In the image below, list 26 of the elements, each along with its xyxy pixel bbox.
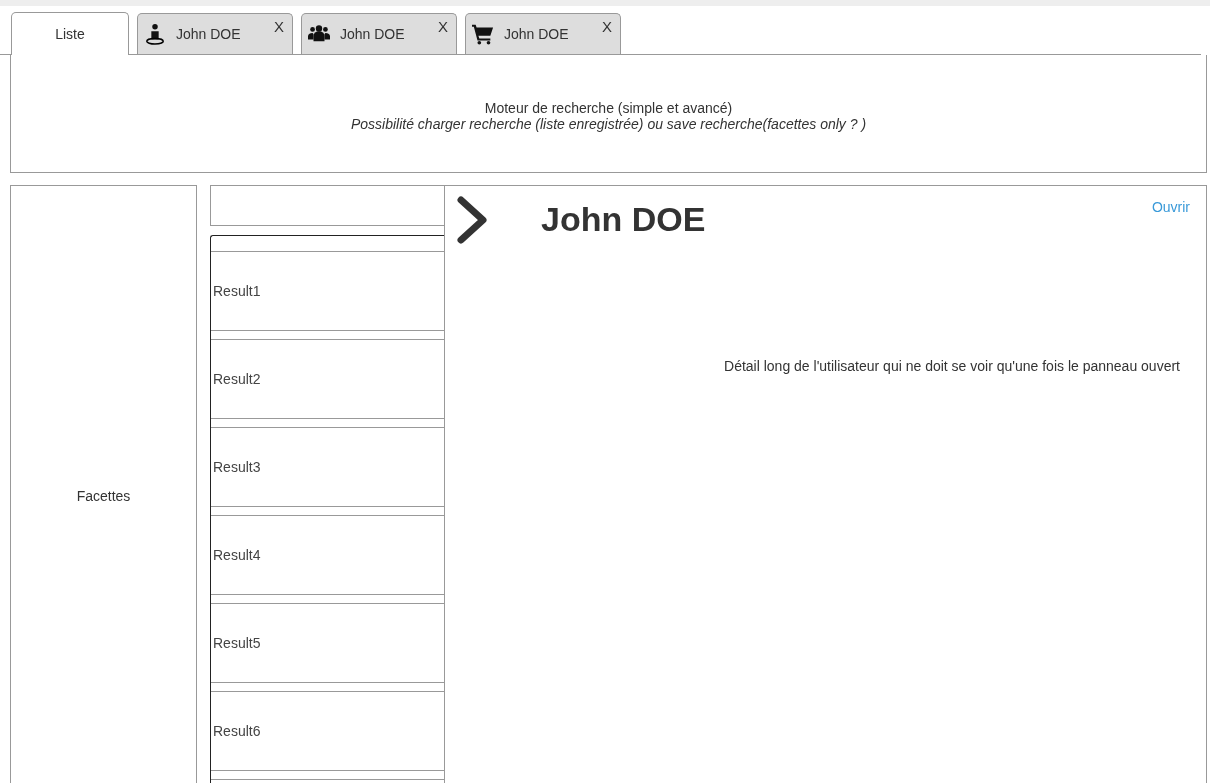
tab-label: John DOE	[340, 26, 405, 42]
tab[interactable]: John DOE X	[137, 13, 293, 54]
chevron-right-icon[interactable]	[457, 196, 489, 244]
result-item[interactable]: Result5	[211, 604, 444, 683]
tab[interactable]: John DOE X	[465, 13, 621, 54]
person-icon	[144, 23, 166, 45]
close-button[interactable]: X	[274, 18, 284, 35]
tab-label: Liste	[55, 26, 85, 42]
result-item[interactable]: Result1	[211, 252, 444, 331]
result-item[interactable]: Result4	[211, 516, 444, 595]
detail-name: John DOE	[541, 200, 707, 239]
facets-label: Facettes	[76, 487, 131, 504]
input-field[interactable]	[210, 185, 445, 226]
result-item[interactable]: Result2	[211, 340, 444, 419]
result-item[interactable]: Result6	[211, 692, 444, 771]
tab[interactable]: Liste	[11, 12, 129, 55]
close-button[interactable]: X	[438, 18, 448, 35]
search-note: Possibilité charger recherche (liste enregistrée) ou save recherche(facettes only ? )	[350, 115, 867, 132]
cart-icon	[472, 23, 494, 45]
detail-description: Détail long de l'utilisateur qui ne doit se voir qu'une fois le panneau ouvert	[723, 358, 1181, 374]
tab-label: John DOE	[504, 26, 569, 42]
close-button[interactable]: X	[602, 18, 612, 35]
tab[interactable]: John DOE X	[301, 13, 457, 54]
tab-label: John DOE	[176, 26, 241, 42]
search-title: Moteur de recherche (simple et avancé)	[484, 99, 733, 116]
result-item[interactable]: Result3	[211, 428, 444, 507]
